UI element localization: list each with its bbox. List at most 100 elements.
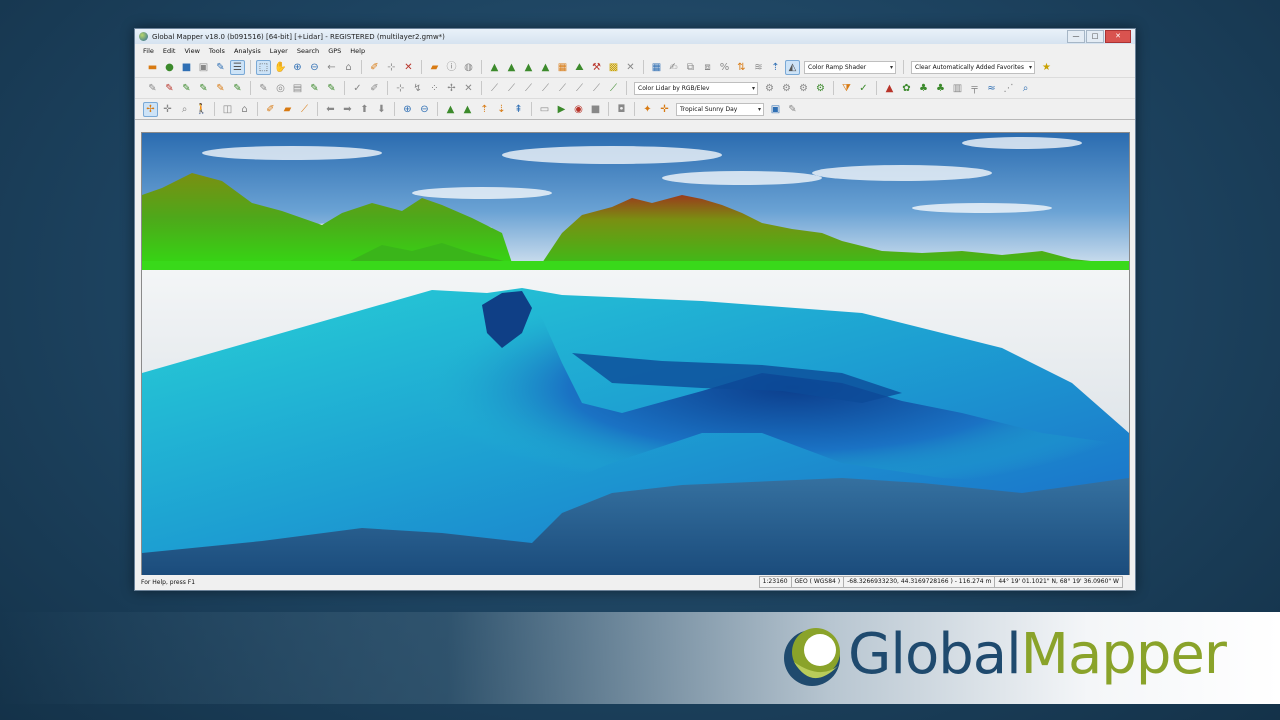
class-pole-icon[interactable]: ╤ [967, 81, 982, 96]
find-icon[interactable]: ◍ [461, 60, 476, 75]
minimize-button[interactable]: — [1067, 30, 1085, 43]
terrain-9-icon[interactable]: ✕ [623, 60, 638, 75]
class-building-icon[interactable]: ▥ [950, 81, 965, 96]
terrain-2-icon[interactable]: ▲ [504, 60, 519, 75]
class-tree-icon[interactable]: ♣ [916, 81, 931, 96]
filter-icon[interactable]: ⧩ [839, 81, 854, 96]
menu-edit[interactable]: Edit [163, 47, 176, 55]
class-search-icon[interactable]: ⌕ [1018, 81, 1033, 96]
class-veg-icon[interactable]: ✿ [899, 81, 914, 96]
digitize-icon[interactable]: ✍ [666, 60, 681, 75]
volume-icon[interactable]: ⇅ [734, 60, 749, 75]
menu-layer[interactable]: Layer [270, 47, 288, 55]
class-ground-icon[interactable]: ▲ [882, 81, 897, 96]
record-icon[interactable]: ▭ [537, 102, 552, 117]
menu-gps[interactable]: GPS [328, 47, 341, 55]
gear-3-icon[interactable]: ⚙ [796, 81, 811, 96]
edit-vertex-icon[interactable]: ⊹ [384, 60, 399, 75]
wrench-icon[interactable]: ✎ [785, 102, 800, 117]
target-icon[interactable]: ◎ [273, 81, 288, 96]
lidar-tree-2-icon[interactable]: ✎ [324, 81, 339, 96]
star-icon[interactable]: ★ [1039, 60, 1054, 75]
shader-dropdown[interactable]: Color Ramp Shader [804, 60, 896, 74]
contour-icon[interactable]: ≋ [751, 60, 766, 75]
terrain-6-icon[interactable]: ⛰ [572, 60, 587, 75]
menu-help[interactable]: Help [350, 47, 365, 55]
play-icon[interactable]: ▶ [554, 102, 569, 117]
terrain-5-icon[interactable]: ▦ [555, 60, 570, 75]
lidar-pen-1-icon[interactable]: ✎ [145, 81, 160, 96]
pencil-3d-icon[interactable]: ✐ [263, 102, 278, 117]
path-3d-icon[interactable]: ⟋ [297, 102, 312, 117]
overlay-control-icon[interactable]: ☰ [230, 59, 245, 75]
measure-icon[interactable]: ▰ [427, 60, 442, 75]
walk-icon[interactable]: 🚶 [194, 102, 209, 117]
grid-icon[interactable]: ▦ [649, 60, 664, 75]
point-1-icon[interactable]: ⊹ [393, 81, 408, 96]
move-icon[interactable]: ✛ [160, 102, 175, 117]
favorites-dropdown[interactable]: Clear Automatically Added Favorites [911, 60, 1035, 74]
class-noise-icon[interactable]: ⋰ [1001, 81, 1016, 96]
gear-1-icon[interactable]: ⚙ [762, 81, 777, 96]
stack-icon[interactable]: ⧈ [700, 60, 715, 75]
info-icon[interactable]: ⓘ [444, 60, 459, 75]
arrow-up-icon[interactable]: ⬆ [357, 102, 372, 117]
menu-tools[interactable]: Tools [209, 47, 225, 55]
lidar-pen-2-icon[interactable]: ✎ [162, 81, 177, 96]
gear-4-icon[interactable]: ⚙ [813, 81, 828, 96]
cube-icon[interactable]: ◫ [220, 102, 235, 117]
water-level-icon[interactable]: ⇞ [511, 102, 526, 117]
point-5-icon[interactable]: ✕ [461, 81, 476, 96]
print-icon[interactable]: ▣ [196, 60, 211, 75]
video-camera-icon[interactable]: ■ [588, 102, 603, 117]
class-water-icon[interactable]: ≈ [984, 81, 999, 96]
watershed-icon[interactable]: ⇡ [768, 60, 783, 75]
camera-icon[interactable]: ◘ [614, 102, 629, 117]
line-4-icon[interactable]: ⟋ [538, 81, 553, 96]
line-3-icon[interactable]: ⟋ [521, 81, 536, 96]
point-4-icon[interactable]: ✢ [444, 81, 459, 96]
lidar-pen-7-icon[interactable]: ✎ [256, 81, 271, 96]
3d-viewport[interactable] [141, 132, 1130, 576]
zoom-3d-icon[interactable]: ⌕ [177, 102, 192, 117]
line-8-icon[interactable]: ⟋ [606, 81, 621, 96]
classify-icon[interactable]: ✓ [856, 81, 871, 96]
lidar-pen-5-icon[interactable]: ✎ [213, 81, 228, 96]
line-1-icon[interactable]: ⟋ [487, 81, 502, 96]
stop-icon[interactable]: ◉ [571, 102, 586, 117]
percent-icon[interactable]: % [717, 60, 732, 75]
sun-icon[interactable]: ✦ [640, 102, 655, 117]
terrain-exag-2-icon[interactable]: ▲ [460, 102, 475, 117]
shader-icon[interactable]: ◭ [785, 59, 800, 75]
pan-hand-icon[interactable]: ✋ [273, 60, 288, 75]
arrow-right-icon[interactable]: ➡ [340, 102, 355, 117]
sky-dropdown[interactable]: Tropical Sunny Day [676, 102, 764, 116]
zoom-in-icon[interactable]: ⊕ [290, 60, 305, 75]
lidar-grid-icon[interactable]: ▤ [290, 81, 305, 96]
measure-3d-icon[interactable]: ▰ [280, 102, 295, 117]
layers-icon[interactable]: ⧉ [683, 60, 698, 75]
sky-icon[interactable]: ✛ [657, 102, 672, 117]
terrain-4-icon[interactable]: ▲ [538, 60, 553, 75]
terrain-exag-icon[interactable]: ▲ [443, 102, 458, 117]
grid-3d-icon[interactable]: ▣ [768, 102, 783, 117]
brush-icon[interactable]: ✐ [367, 81, 382, 96]
line-2-icon[interactable]: ⟋ [504, 81, 519, 96]
terrain-scene[interactable] [142, 133, 1129, 575]
zoom-out-icon[interactable]: ⊖ [307, 60, 322, 75]
zoom-in-3d-icon[interactable]: ⊕ [400, 102, 415, 117]
menu-search[interactable]: Search [297, 47, 319, 55]
lidar-color-dropdown[interactable]: Color Lidar by RGB/Elev [634, 81, 758, 95]
point-2-icon[interactable]: ↯ [410, 81, 425, 96]
select-tool-icon[interactable]: ⬚ [256, 59, 271, 75]
line-7-icon[interactable]: ⟋ [589, 81, 604, 96]
pencil-icon[interactable]: ✐ [367, 60, 382, 75]
arrow-down-icon[interactable]: ⬇ [374, 102, 389, 117]
line-6-icon[interactable]: ⟋ [572, 81, 587, 96]
home-3d-icon[interactable]: ⌂ [237, 102, 252, 117]
back-arrow-icon[interactable]: ← [324, 60, 339, 75]
class-tree-2-icon[interactable]: ♣ [933, 81, 948, 96]
close-button[interactable]: ✕ [1105, 30, 1131, 43]
menu-view[interactable]: View [184, 47, 199, 55]
arrow-left-icon[interactable]: ⬅ [323, 102, 338, 117]
